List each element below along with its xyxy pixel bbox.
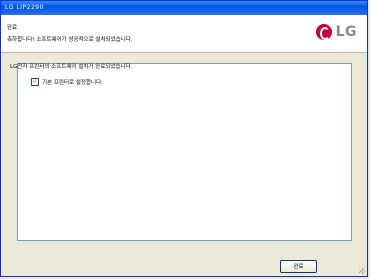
- default-printer-label: 기본 프린터로 설정합니다.: [42, 80, 103, 86]
- checkmark-icon: ✓: [32, 78, 38, 85]
- default-printer-checkbox[interactable]: ✓: [31, 78, 39, 86]
- resize-grip[interactable]: [359, 268, 365, 274]
- finish-button[interactable]: 완료: [280, 260, 317, 273]
- lg-logo: LG: [315, 24, 357, 40]
- content-panel: [17, 63, 352, 241]
- header-title: 완료: [7, 25, 18, 31]
- default-printer-option[interactable]: ✓ 기본 프린터로 설정합니다.: [31, 78, 103, 86]
- installer-window: LG LIP2290 완료 축하합니다! 소프트웨어가 성공적으로 설치되었습니…: [0, 0, 368, 277]
- header-subtitle: 축하합니다! 소프트웨어가 성공적으로 설치되었습니다.: [7, 37, 133, 43]
- wizard-header: 완료 축하합니다! 소프트웨어가 성공적으로 설치되었습니다. LG: [1, 15, 367, 53]
- lg-logo-text: LG: [335, 24, 357, 40]
- window-title: LG LIP2290: [5, 4, 44, 11]
- title-bar[interactable]: LG LIP2290: [1, 1, 367, 15]
- lg-face-icon: [315, 24, 332, 40]
- completion-message: LG전자 프린터의 소프트웨어 설치가 완료되었습니다.: [10, 64, 133, 70]
